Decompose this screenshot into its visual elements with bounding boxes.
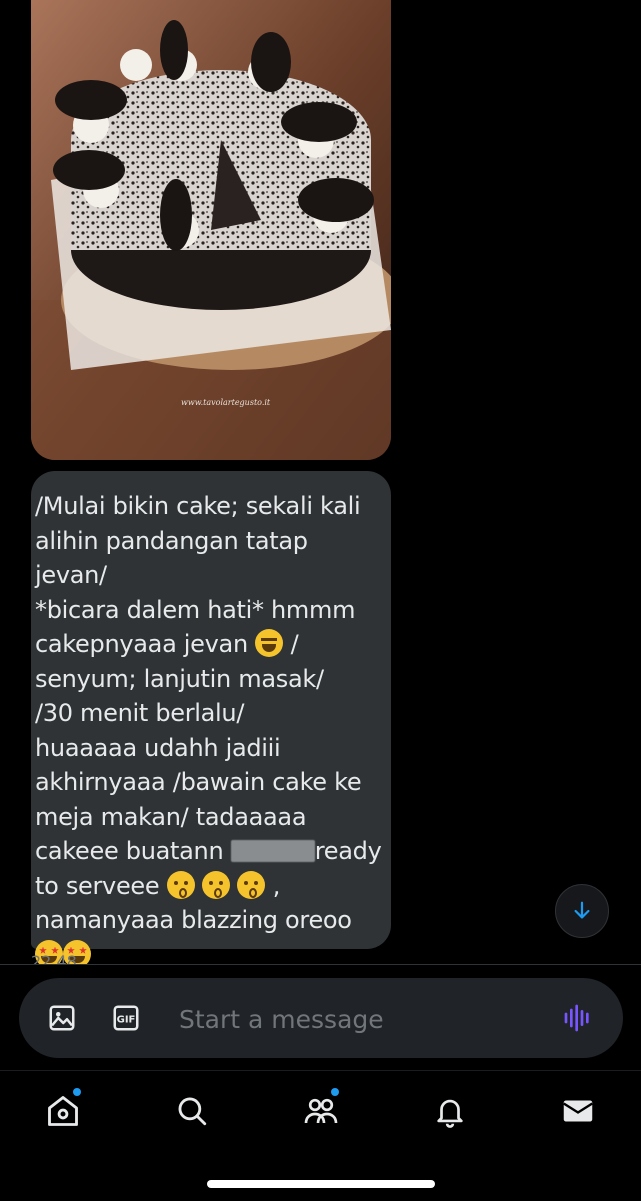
message-input[interactable] — [177, 996, 541, 1042]
cake-photo: www.tavolartegusto.it — [31, 0, 391, 460]
voice-message-button[interactable] — [562, 1002, 594, 1034]
image-icon — [49, 1005, 75, 1031]
message-line: senyum; lanjutin masak/ — [35, 664, 324, 693]
bell-icon — [437, 1099, 463, 1128]
message-line: akhirnyaaa /bawain cake ke — [35, 768, 362, 796]
tab-home[interactable] — [43, 1088, 83, 1131]
message-line: / — [290, 630, 299, 658]
home-indicator[interactable] — [207, 1180, 435, 1188]
message-line: huaaaaa udahh jadiii — [35, 733, 281, 762]
message-line: ready — [314, 837, 382, 865]
redacted-name — [230, 840, 315, 862]
add-image-button[interactable] — [46, 1002, 78, 1034]
message-composer: GIF — [19, 978, 623, 1058]
message-timestamp: 22.48 — [31, 952, 77, 964]
mail-icon — [563, 1100, 593, 1122]
message-line: to serveee — [35, 871, 160, 900]
tab-messages[interactable] — [558, 1091, 598, 1131]
message-line: /Mulai bikin cake; sekali kali — [35, 492, 361, 520]
svg-text:GIF: GIF — [117, 1014, 136, 1025]
photo-watermark: www.tavolartegusto.it — [181, 398, 271, 407]
message-text: /Mulai bikin cake; sekali kali alihin pa… — [35, 489, 385, 972]
message-line: /30 menit berlalu/ — [35, 699, 245, 727]
image-message[interactable]: www.tavolartegusto.it — [31, 0, 391, 460]
text-message-bubble[interactable]: /Mulai bikin cake; sekali kali alihin pa… — [31, 471, 391, 968]
home-icon — [48, 1096, 78, 1126]
message-line: *bicara dalem hati* hmmm — [35, 595, 356, 624]
gif-icon: GIF — [113, 1005, 139, 1031]
message-line: meja makan/ tadaaaaa — [35, 802, 307, 831]
message-line: , — [272, 871, 281, 900]
message-line: cakeee buatann — [35, 837, 224, 865]
grinning-squinting-emoji-icon — [255, 629, 284, 657]
tab-search[interactable] — [172, 1091, 212, 1131]
kissing-emoji-icon — [202, 870, 231, 899]
message-line: alihin pandangan tatap jevan/ — [35, 526, 316, 590]
communities-icon — [304, 1098, 338, 1124]
scroll-to-bottom-button[interactable] — [555, 884, 609, 938]
search-icon — [178, 1097, 207, 1126]
message-line: cakepnyaaa jevan — [35, 630, 248, 658]
voice-wave-icon — [564, 1004, 589, 1032]
notification-dot — [331, 1088, 339, 1096]
message-line: namanyaaa blazzing oreoo — [35, 906, 352, 934]
add-gif-button[interactable]: GIF — [110, 1002, 142, 1034]
tab-notifications[interactable] — [430, 1091, 470, 1131]
notification-dot — [73, 1088, 81, 1096]
kissing-emoji-icon — [166, 870, 195, 899]
arrow-down-icon — [574, 901, 590, 919]
tab-communities[interactable] — [301, 1088, 341, 1131]
kissing-emoji-icon — [237, 870, 266, 899]
